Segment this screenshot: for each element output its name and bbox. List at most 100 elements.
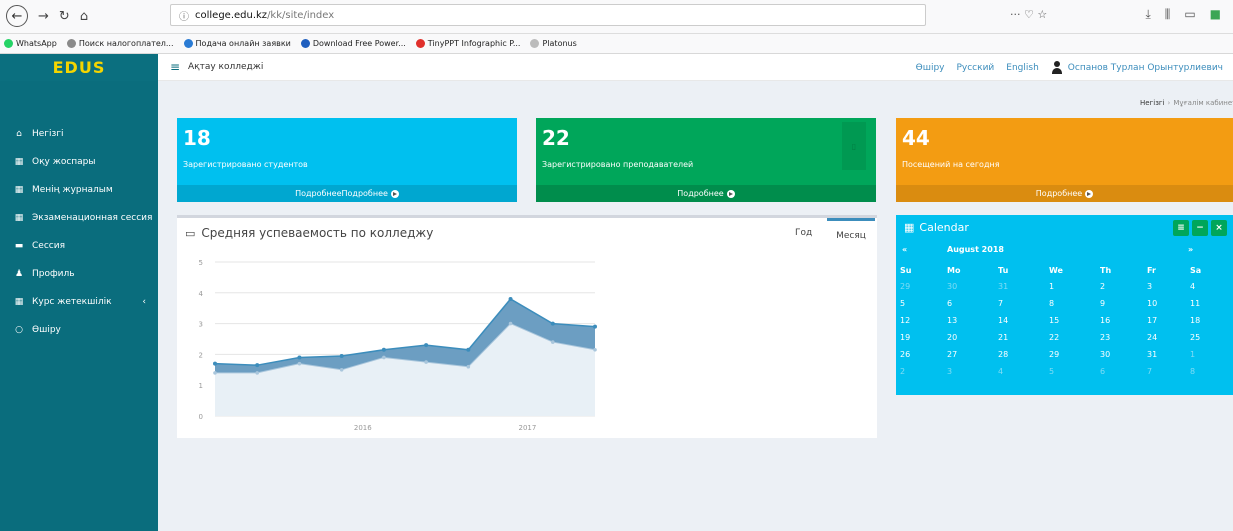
calendar-day[interactable]: 7	[1143, 363, 1186, 380]
calendar-day[interactable]: 19	[896, 329, 943, 346]
calendar-day[interactable]: 5	[896, 295, 943, 312]
library-icon[interactable]: ⫼	[1165, 7, 1171, 22]
calendar-day[interactable]: 5	[1045, 363, 1096, 380]
list-icon: ▬	[14, 241, 24, 251]
sidebar-item[interactable]: ♟ Профиль	[0, 260, 158, 288]
calendar-day[interactable]: 7	[994, 295, 1045, 312]
calendar-day[interactable]: 30	[1096, 346, 1143, 363]
user-menu[interactable]: Оспанов Турлан Орынтурлиевич	[1051, 61, 1223, 74]
calendar-day[interactable]: 20	[943, 329, 994, 346]
y-tick-label: 0	[199, 413, 203, 421]
calendar-day[interactable]: 8	[1186, 363, 1233, 380]
calendar-day[interactable]: 4	[1186, 278, 1233, 295]
calendar-prev-button[interactable]: «	[902, 245, 907, 254]
sidebar-item[interactable]: ▦ Курс жетекшілік ‹	[0, 288, 158, 316]
bookmark-item[interactable]: Подача онлайн заявки	[183, 39, 291, 48]
calendar-day[interactable]: 15	[1045, 312, 1096, 329]
bookmark-item[interactable]: Поиск налогоплател...	[66, 39, 174, 48]
calendar-day[interactable]: 30	[943, 278, 994, 295]
calendar-day[interactable]: 29	[1045, 346, 1096, 363]
stat-more-link[interactable]: Подробнее	[896, 185, 1233, 202]
browser-nav: ← → ↻ ⌂	[6, 5, 88, 27]
bookmark-label: Подача онлайн заявки	[195, 39, 291, 48]
calendar-grid: Su Mo Tu We Th Fr Sa 29 30 31 1 2 3 4 5 6 7 8 9 10 11 12 13 14 1…	[896, 262, 1233, 380]
calendar-day[interactable]: 27	[943, 346, 994, 363]
extension-icon[interactable]: ■	[1210, 7, 1221, 22]
calendar-day[interactable]: 26	[896, 346, 943, 363]
page-actions-icon[interactable]: ··· ♡ ☆	[1010, 8, 1047, 21]
calendar-day[interactable]: 14	[994, 312, 1045, 329]
bookmark-item[interactable]: Download Free Power...	[300, 39, 406, 48]
address-bar[interactable]: ⓘ college.edu.kz /kk/site/index	[170, 4, 926, 26]
y-tick-label: 2	[199, 351, 203, 359]
tab-year[interactable]: Год	[795, 228, 812, 238]
calendar-day[interactable]: 23	[1096, 329, 1143, 346]
series-point-lower	[550, 340, 555, 344]
bookmark-label: Platonus	[542, 39, 577, 48]
home-icon[interactable]: ⌂	[80, 9, 88, 24]
calendar-day[interactable]: 17	[1143, 312, 1186, 329]
calendar-month[interactable]: August 2018	[947, 245, 1004, 254]
back-icon[interactable]: ←	[6, 5, 28, 27]
calendar-day[interactable]: 3	[1143, 278, 1186, 295]
stat-more-link[interactable]: ПодробнееПодробнее	[177, 185, 517, 202]
calendar-day[interactable]: 11	[1186, 295, 1233, 312]
logout-link[interactable]: Өшіру	[916, 63, 945, 73]
tab-month[interactable]: Месяц	[827, 218, 875, 244]
sidebar-item[interactable]: ▦ Оқу жоспары	[0, 148, 158, 176]
menu-toggle-icon[interactable]: ≡	[170, 60, 180, 74]
calendar-day[interactable]: 13	[943, 312, 994, 329]
calendar-day[interactable]: 21	[994, 329, 1045, 346]
calendar-day[interactable]: 2	[896, 363, 943, 380]
sidebar-item[interactable]: ▦ Менің журналым	[0, 176, 158, 204]
calendar-day[interactable]: 22	[1045, 329, 1096, 346]
calendar-collapse-button[interactable]: −	[1192, 220, 1208, 236]
bookmark-label: Поиск налогоплател...	[78, 39, 174, 48]
bookmark-item[interactable]: Platonus	[530, 39, 577, 48]
calendar-close-button[interactable]: ×	[1211, 220, 1227, 236]
reload-icon[interactable]: ↻	[59, 9, 70, 24]
calendar-day[interactable]: 25	[1186, 329, 1233, 346]
calendar-day[interactable]: 31	[1143, 346, 1186, 363]
info-icon[interactable]: ⓘ	[179, 8, 189, 23]
sidebar-item[interactable]: ○ Өшіру	[0, 316, 158, 344]
series-point-upper	[424, 343, 429, 348]
lang-russian-link[interactable]: Русский	[956, 63, 994, 73]
calendar-next-button[interactable]: »	[1188, 245, 1193, 254]
calendar-day[interactable]: 18	[1186, 312, 1233, 329]
series-point-upper	[466, 347, 471, 352]
sidebar-item[interactable]: ▬ Сессия	[0, 232, 158, 260]
app-logo[interactable]: EDUS	[0, 54, 158, 81]
sidebar-toggle-icon[interactable]: ▭	[1184, 7, 1195, 22]
sidebar-item[interactable]: ▦ Экзаменационная сессия	[0, 204, 158, 232]
bookmark-item[interactable]: WhatsApp	[4, 39, 57, 48]
stat-more-link[interactable]: Подробнее	[536, 185, 876, 202]
calendar-day[interactable]: 31	[994, 278, 1045, 295]
bookmark-item[interactable]: TinyPPT Infographic P...	[415, 39, 520, 48]
stat-more-label: Подробнее	[677, 189, 724, 198]
download-icon[interactable]: ⤓	[1145, 7, 1150, 22]
calendar-day[interactable]: 9	[1096, 295, 1143, 312]
forward-icon[interactable]: →	[38, 9, 49, 24]
calendar-day[interactable]: 4	[994, 363, 1045, 380]
calendar-day[interactable]: 2	[1096, 278, 1143, 295]
stat-box-teachers: 22 Зарегистрировано преподавателей ▯ Под…	[536, 118, 876, 202]
calendar-day[interactable]: 1	[1045, 278, 1096, 295]
calendar-weekday: Mo	[947, 265, 961, 275]
sidebar-item[interactable]: ⌂ Негізгі	[0, 120, 158, 148]
lang-english-link[interactable]: English	[1006, 63, 1039, 73]
calendar-menu-button[interactable]: ≡	[1173, 220, 1189, 236]
table-icon: ▦	[14, 185, 24, 195]
calendar-day[interactable]: 6	[1096, 363, 1143, 380]
calendar-day[interactable]: 6	[943, 295, 994, 312]
calendar-day[interactable]: 3	[943, 363, 994, 380]
calendar-day[interactable]: 10	[1143, 295, 1186, 312]
calendar-day[interactable]: 12	[896, 312, 943, 329]
calendar-day[interactable]: 8	[1045, 295, 1096, 312]
calendar-day[interactable]: 1	[1186, 346, 1233, 363]
breadcrumb-home[interactable]: Негізгі	[1140, 99, 1165, 107]
calendar-day[interactable]: 24	[1143, 329, 1186, 346]
calendar-day[interactable]: 16	[1096, 312, 1143, 329]
calendar-day[interactable]: 29	[896, 278, 943, 295]
calendar-day[interactable]: 28	[994, 346, 1045, 363]
